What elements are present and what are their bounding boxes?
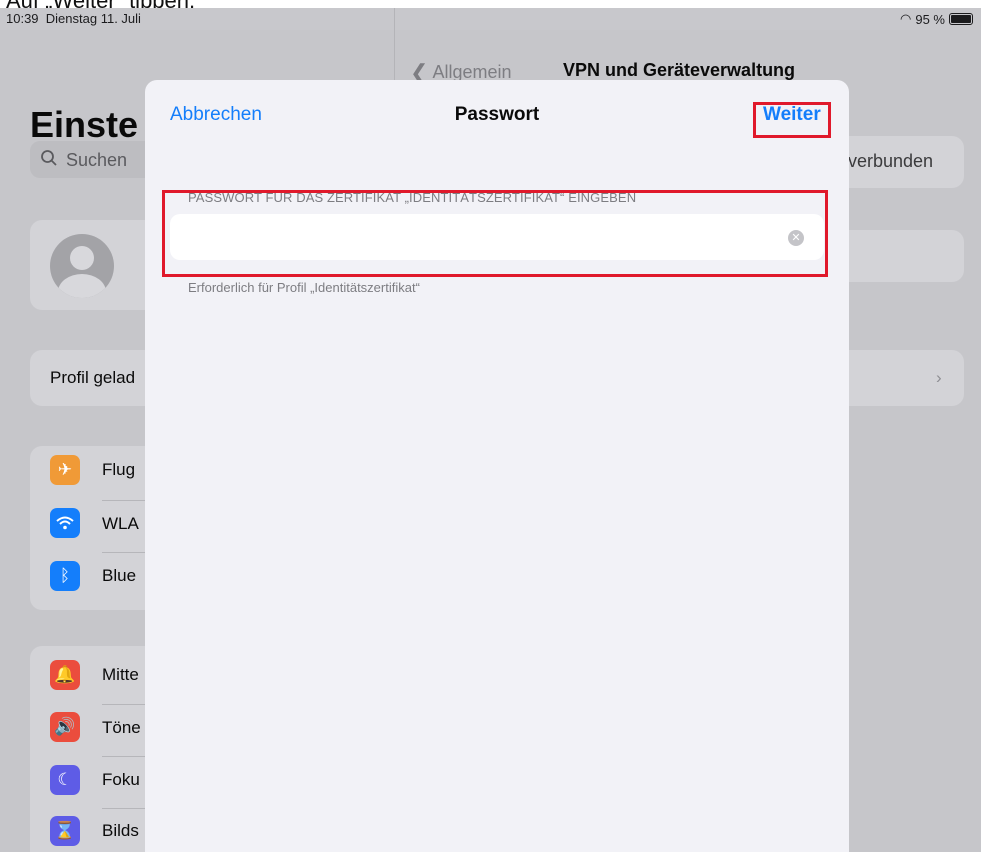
ipad-screen: 10:39 Dienstag 11. Juli ◠ 95 % Einste Su… (0, 8, 981, 852)
chevron-right-icon: › (936, 368, 942, 387)
speaker-icon: 🔊 (50, 712, 80, 742)
search-icon (40, 149, 58, 172)
search-placeholder: Suchen (66, 150, 128, 170)
cancel-button[interactable]: Abbrechen (170, 104, 262, 126)
detail-title: VPN und Geräteverwaltung (563, 60, 796, 80)
sidebar-item-sounds[interactable]: Töne (102, 718, 141, 738)
section-footer: Erforderlich für Profil „Identitätszerti… (188, 280, 420, 295)
status-time: 10:39 Dienstag 11. Juli (6, 11, 141, 26)
sidebar-item-screen-time[interactable]: Bilds (102, 821, 139, 841)
sidebar-item-bluetooth[interactable]: Blue (102, 566, 136, 586)
moon-icon: ☾ (50, 765, 80, 795)
sidebar-item-notifications[interactable]: Mitte (102, 665, 139, 685)
battery-percent: 95 % (915, 11, 945, 27)
notification-bell-icon: 🔔 (50, 660, 80, 690)
wifi-status-icon: ◠ (900, 11, 912, 26)
sidebar-item-focus[interactable]: Foku (102, 770, 140, 790)
vpn-status-text: verbunden (848, 151, 934, 171)
sidebar-item-airplane[interactable]: Flug (102, 460, 135, 480)
wifi-icon (50, 508, 80, 538)
highlight-password-field (162, 190, 828, 277)
sidebar-item-wifi[interactable]: WLA (102, 514, 139, 534)
detail-row[interactable] (830, 230, 964, 282)
battery-icon (949, 13, 973, 25)
hourglass-icon: ⌛ (50, 816, 80, 846)
avatar (50, 234, 114, 298)
profile-loaded-label: Profil gelad (50, 368, 136, 387)
bluetooth-icon: ᛒ (50, 561, 80, 591)
sidebar-title: Einste (30, 104, 139, 145)
status-bar: 10:39 Dienstag 11. Juli ◠ 95 % (0, 8, 981, 30)
status-right: ◠ 95 % (900, 11, 973, 27)
highlight-next-button (753, 102, 831, 138)
airplane-icon: ✈ (50, 455, 80, 485)
detail-row[interactable] (830, 350, 964, 406)
